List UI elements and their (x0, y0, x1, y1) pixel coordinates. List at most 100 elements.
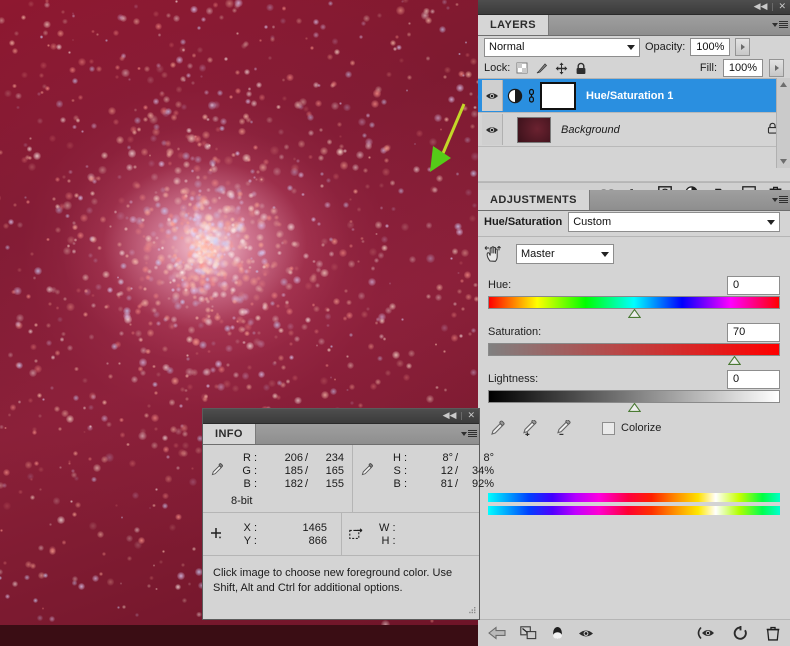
list-item: S : 12 / 34% (361, 464, 494, 477)
adjustment-title: Hue/Saturation (484, 216, 562, 228)
close-icon[interactable]: ✕ (467, 412, 475, 421)
layer-visibility-toggle[interactable] (482, 114, 503, 145)
eyedropper-icon[interactable] (490, 420, 506, 436)
eyedropper-add-icon[interactable] (522, 420, 540, 436)
info-key: B : (361, 478, 413, 490)
channel-value: Master (521, 248, 555, 260)
tab-layers[interactable]: LAYERS (478, 15, 549, 35)
lightness-track[interactable] (488, 390, 780, 403)
layers-panel-menu-icon[interactable] (772, 19, 786, 30)
hue-value[interactable]: 0 (727, 276, 780, 295)
preset-value: Custom (573, 216, 611, 228)
opacity-value[interactable]: 100% (690, 38, 730, 56)
adjustments-panel-menu-icon[interactable] (772, 194, 786, 205)
layers-panel: ◀◀ ✕ LAYERS Normal Opacity: 100% (478, 0, 790, 190)
info-panel-menu-icon[interactable] (461, 428, 475, 439)
blend-mode-select[interactable]: Normal (484, 38, 640, 57)
tab-adjustments[interactable]: ADJUSTMENTS (478, 190, 590, 210)
slider-hue: Hue: 0 (478, 271, 790, 309)
fill-scrubber-button[interactable] (769, 59, 784, 77)
eyedropper-icon (211, 463, 224, 476)
layers-tab-strip[interactable]: LAYERS (478, 15, 790, 36)
saturation-label: Saturation: (488, 326, 541, 338)
delete-adjustment-layer-icon[interactable] (766, 626, 780, 641)
eye-icon (485, 91, 499, 101)
adjustment-layer-icon (507, 88, 523, 104)
scroll-up-icon[interactable] (777, 78, 790, 91)
info-panel: ◀◀ ✕ INFO R : 206 / 234 (202, 408, 480, 620)
table-row[interactable]: Background (478, 113, 790, 147)
saturation-slider-thumb[interactable] (728, 356, 741, 365)
info-value-second: 34% (460, 465, 494, 477)
layers-scrollbar[interactable] (776, 78, 790, 168)
marquee-icon (349, 527, 364, 541)
hue-bar-output (488, 506, 780, 515)
divider (461, 412, 462, 420)
saturation-track[interactable] (488, 343, 780, 356)
info-value-first: 8° (413, 452, 453, 464)
collapse-to-icons-icon[interactable]: ◀◀ (443, 412, 457, 421)
saturation-value[interactable]: 70 (727, 323, 780, 342)
info-tab-strip[interactable]: INFO (203, 424, 479, 445)
hue-slider-thumb[interactable] (628, 309, 641, 318)
close-icon[interactable]: ✕ (778, 3, 786, 12)
table-row[interactable]: Hue/Saturation 1 (478, 79, 790, 113)
lock-all-icon[interactable] (575, 62, 587, 75)
channel-select[interactable]: Master (516, 244, 614, 264)
eyedropper-row: Colorize (478, 413, 790, 443)
hue-bar-input (488, 493, 780, 502)
info-dimensions-block: W : H : (341, 513, 480, 555)
chevron-down-icon (767, 220, 775, 225)
info-coordinates-block: X : 1465 Y : 866 (203, 513, 341, 555)
resize-grip-icon[interactable] (467, 607, 476, 616)
info-value-first: 81 (413, 478, 453, 490)
layer-thumbnail[interactable] (517, 117, 551, 143)
layer-name: Background (561, 124, 620, 136)
chevron-down-icon (627, 45, 635, 50)
lock-image-pixels-icon[interactable] (535, 62, 548, 75)
tab-info[interactable]: INFO (203, 424, 256, 444)
info-key: B : (211, 478, 263, 490)
eyedropper-subtract-icon[interactable] (556, 420, 574, 436)
link-mask-icon[interactable] (527, 88, 536, 104)
layers-empty-area (478, 147, 790, 182)
adjustments-tab-strip[interactable]: ADJUSTMENTS (478, 190, 790, 211)
preview-previous-state-icon[interactable] (695, 626, 715, 640)
slider-lightness: Lightness: 0 (478, 356, 790, 403)
hue-label: Hue: (488, 279, 511, 291)
info-value: 1465 (263, 522, 327, 534)
lightness-slider-thumb[interactable] (628, 403, 641, 412)
clip-to-layer-icon[interactable] (520, 626, 537, 640)
adjustments-panel: ADJUSTMENTS Hue/Saturation Custom (478, 190, 790, 625)
info-value-first: 182 (263, 478, 303, 490)
toggle-layer-mask-icon[interactable] (551, 626, 564, 641)
info-hint-line-2: Shift, Alt and Ctrl for additional optio… (213, 581, 469, 596)
fill-label: Fill: (700, 62, 717, 74)
reset-adjustment-icon[interactable] (733, 626, 748, 641)
info-value-first: 185 (263, 465, 303, 477)
return-to-adjustment-list-icon[interactable] (488, 626, 506, 640)
info-slash: / (453, 452, 460, 464)
scroll-down-icon[interactable] (777, 155, 790, 168)
lock-transparent-pixels-icon[interactable] (516, 62, 528, 74)
annotation-arrow-icon (424, 100, 468, 176)
divider (772, 3, 773, 11)
colorize-checkbox[interactable] (602, 422, 615, 435)
info-value-second: 165 (310, 465, 344, 477)
layer-visibility-toggle[interactable] (482, 80, 503, 111)
list-item: B : 182 / 155 (211, 477, 344, 490)
info-slash: / (303, 478, 310, 490)
hue-track[interactable] (488, 296, 780, 309)
preset-select[interactable]: Custom (568, 212, 780, 232)
info-value-second: 155 (310, 478, 344, 490)
lock-position-icon[interactable] (555, 62, 568, 75)
opacity-scrubber-button[interactable] (735, 38, 750, 56)
on-image-adjustment-hand-icon[interactable] (484, 244, 504, 264)
info-value-second: 234 (310, 452, 344, 464)
toggle-layer-visibility-icon[interactable] (578, 628, 594, 639)
fill-value[interactable]: 100% (723, 59, 763, 77)
list-item: R : 206 / 234 (211, 451, 344, 464)
layer-mask-thumbnail[interactable] (540, 82, 576, 110)
collapse-to-icons-icon[interactable]: ◀◀ (754, 3, 768, 12)
lightness-value[interactable]: 0 (727, 370, 780, 389)
